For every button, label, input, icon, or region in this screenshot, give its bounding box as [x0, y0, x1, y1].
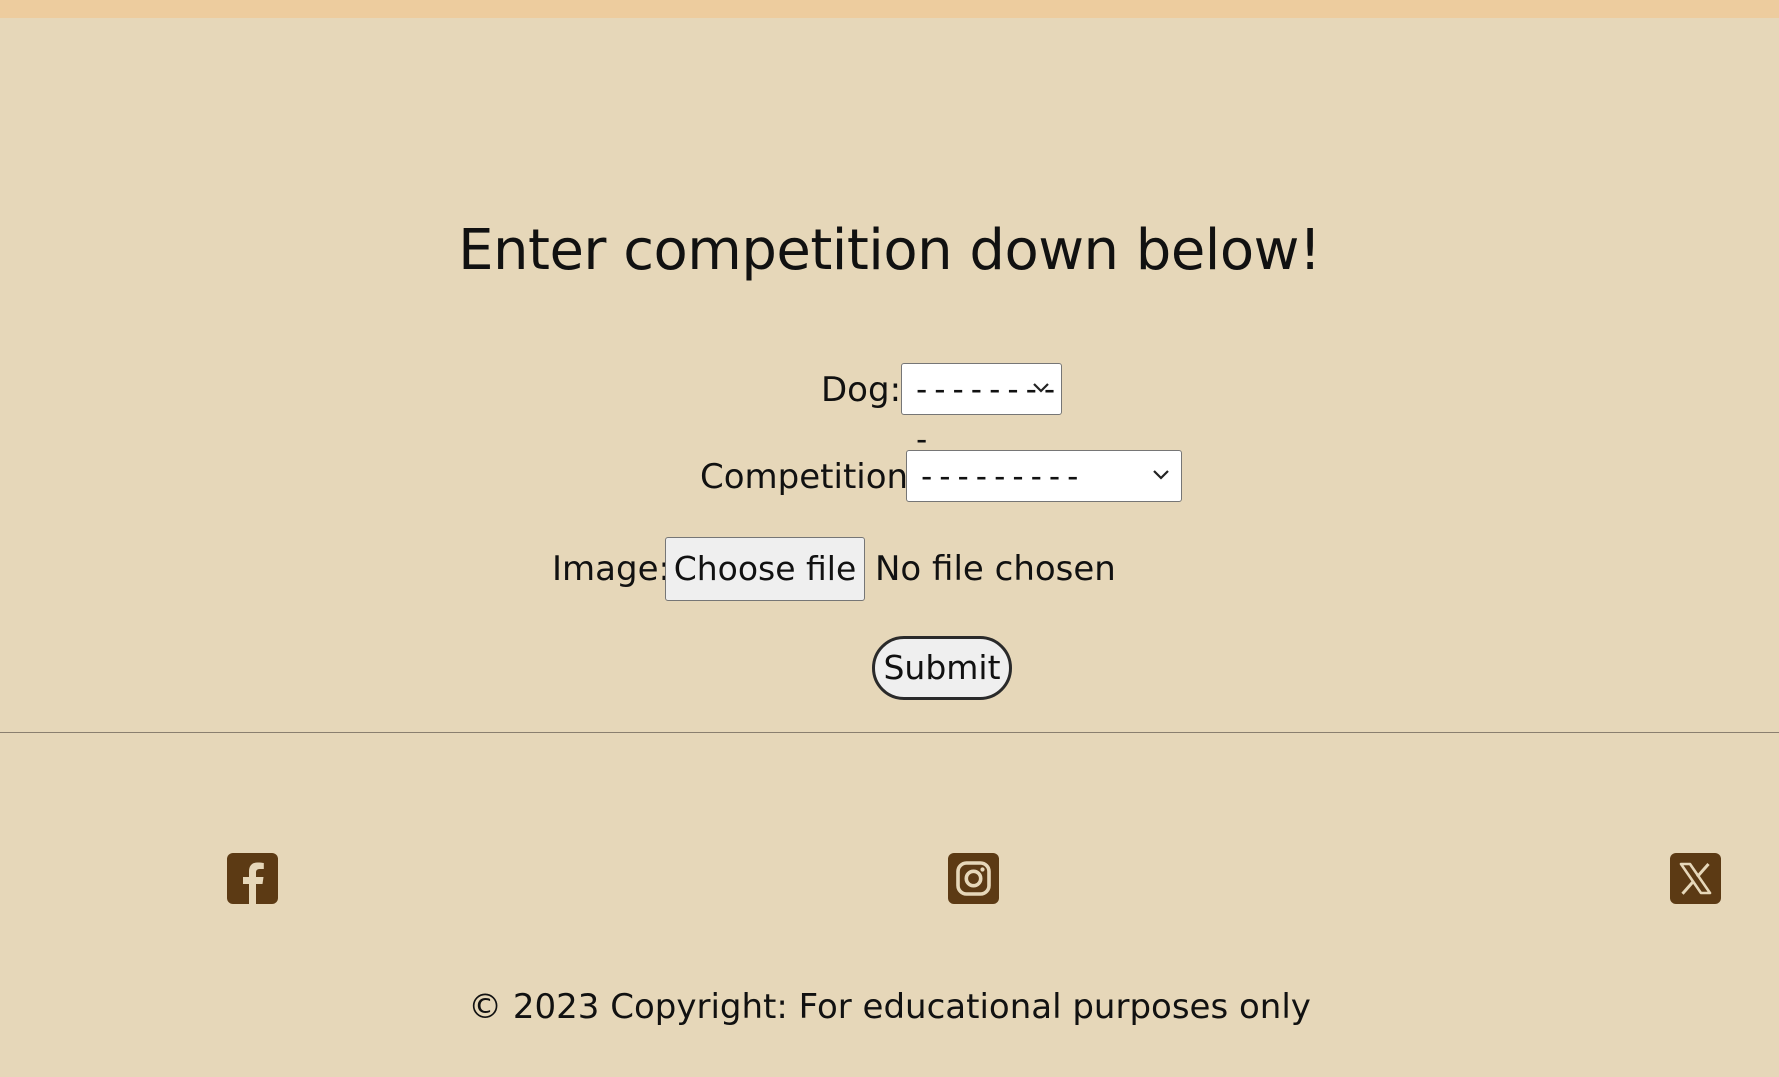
competition-select-value: ---------: [917, 457, 1082, 495]
top-bar: [0, 0, 1779, 18]
no-file-chosen-text: No file chosen: [875, 549, 1116, 589]
facebook-icon[interactable]: [227, 853, 278, 904]
page-title: Enter competition down below!: [458, 218, 1321, 283]
choose-file-button[interactable]: Choose file: [665, 537, 865, 601]
copyright-text: © 2023 Copyright: For educational purpos…: [468, 987, 1311, 1027]
dog-select[interactable]: ---------: [901, 363, 1062, 458]
chevron-down-icon: [1153, 470, 1169, 480]
dog-label: Dog:: [821, 370, 902, 410]
x-twitter-icon[interactable]: [1670, 853, 1721, 904]
competition-label: Competition:: [700, 457, 920, 497]
footer-divider: [0, 732, 1779, 733]
competition-select[interactable]: ---------: [906, 450, 1182, 502]
chevron-down-icon: [1033, 383, 1049, 393]
submit-button[interactable]: Submit: [872, 636, 1012, 700]
instagram-icon[interactable]: [948, 853, 999, 904]
image-label: Image:: [552, 549, 670, 589]
